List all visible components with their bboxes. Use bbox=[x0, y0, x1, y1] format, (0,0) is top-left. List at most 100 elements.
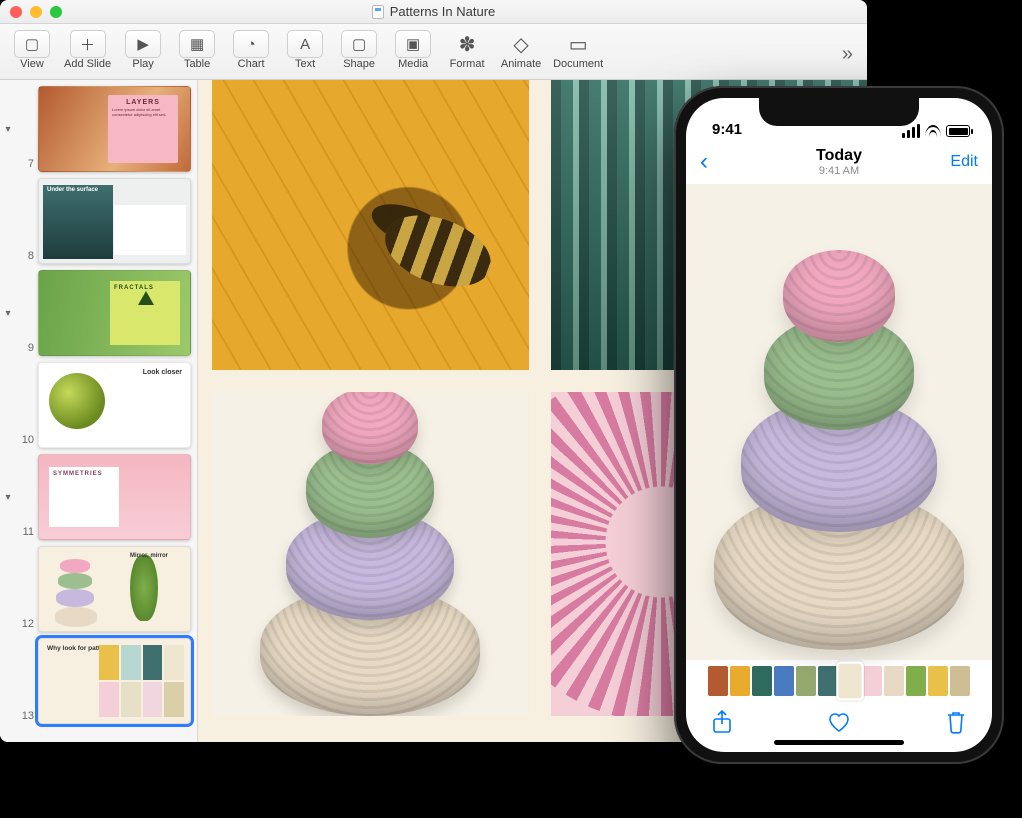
table-icon: ▦ bbox=[179, 30, 215, 58]
toolbar-view-button[interactable]: ▢ View bbox=[10, 30, 54, 70]
slide-thumbnail[interactable]: LAYERS Lorem ipsum dolor sit amet consec… bbox=[38, 86, 191, 172]
window-title-text: Patterns In Nature bbox=[390, 4, 496, 19]
slide-navigator[interactable]: ▾ 7 LAYERS Lorem ipsum dolor sit amet co… bbox=[0, 80, 198, 742]
slide-number: 8 bbox=[16, 250, 34, 262]
toolbar-label: Table bbox=[184, 58, 210, 70]
slide-number: 9 bbox=[16, 342, 34, 354]
slide-thumbnail[interactable]: SYMMETRIES bbox=[38, 454, 191, 540]
toolbar-add-slide-button[interactable]: ＋ Add Slide bbox=[64, 30, 111, 70]
slide-number: 10 bbox=[16, 434, 34, 446]
cellular-icon bbox=[902, 124, 920, 138]
notch bbox=[759, 98, 919, 126]
navbar-title: Today 9:41 AM bbox=[686, 147, 992, 177]
slide-title: Mirror, mirror bbox=[130, 553, 184, 559]
scrubber-thumb[interactable] bbox=[839, 664, 862, 699]
toolbar-play-button[interactable]: ▶ Play bbox=[121, 30, 165, 70]
slide-thumbnail[interactable]: Look closer bbox=[38, 362, 191, 448]
wifi-icon bbox=[925, 125, 941, 137]
iphone-screen: 9:41 ‹ Today 9:41 AM Edit bbox=[686, 98, 992, 752]
disclosure-triangle-icon[interactable]: ▾ bbox=[0, 308, 16, 319]
slide-title: Under the surface bbox=[47, 187, 98, 193]
share-icon[interactable] bbox=[712, 710, 732, 740]
battery-icon bbox=[946, 125, 970, 137]
disclosure-triangle-icon[interactable]: ▾ bbox=[0, 492, 16, 503]
document-icon: ▭ bbox=[560, 30, 596, 58]
toolbar-label: Document bbox=[553, 58, 603, 70]
toolbar-label: Animate bbox=[501, 58, 541, 70]
scrubber-thumb[interactable] bbox=[708, 666, 728, 696]
disclosure-triangle-icon[interactable]: ▾ bbox=[0, 124, 16, 135]
slide-thumb-12[interactable]: 12 Mirror, mirror bbox=[0, 546, 191, 632]
slide-thumb-10[interactable]: 10 Look closer bbox=[0, 362, 191, 448]
slide-number: 11 bbox=[16, 526, 34, 538]
document-proxy-icon[interactable] bbox=[372, 5, 384, 19]
toolbar-label: Shape bbox=[343, 58, 375, 70]
navbar-title-text: Today bbox=[686, 147, 992, 165]
navbar-subtitle-text: 9:41 AM bbox=[686, 165, 992, 177]
scrubber-thumb[interactable] bbox=[818, 666, 838, 696]
scrubber-thumb[interactable] bbox=[862, 666, 882, 696]
add-slide-icon: ＋ bbox=[70, 30, 106, 58]
toolbar-label: Format bbox=[450, 58, 485, 70]
shape-icon: ▢ bbox=[341, 30, 377, 58]
slide-thumb-13[interactable]: 13 Why look for patterns? bbox=[0, 638, 191, 724]
slide-image-urchin-stack[interactable] bbox=[212, 392, 529, 716]
toolbar-media-button[interactable]: ▣ Media bbox=[391, 30, 435, 70]
toolbar-chart-button[interactable]: ◔ Chart bbox=[229, 30, 273, 70]
slide-title: LAYERS bbox=[126, 99, 160, 106]
toolbar-shape-button[interactable]: ▢ Shape bbox=[337, 30, 381, 70]
scrubber-thumb[interactable] bbox=[950, 666, 970, 696]
slide-thumbnail[interactable]: FRACTALS bbox=[38, 270, 191, 356]
slide-thumb-11[interactable]: ▾ 11 SYMMETRIES bbox=[0, 454, 191, 540]
toolbar-label: Chart bbox=[238, 58, 265, 70]
play-icon: ▶ bbox=[125, 30, 161, 58]
toolbar-label: Media bbox=[398, 58, 428, 70]
trash-icon[interactable] bbox=[946, 710, 966, 740]
scrubber-thumb[interactable] bbox=[928, 666, 948, 696]
toolbar-label: Play bbox=[132, 58, 153, 70]
toolbar-document-button[interactable]: ▭ Document bbox=[553, 30, 603, 70]
toolbar: ▢ View ＋ Add Slide ▶ Play ▦ Table ◔ Char… bbox=[0, 24, 867, 80]
toolbar-text-button[interactable]: A Text bbox=[283, 30, 327, 70]
scrubber-thumb[interactable] bbox=[906, 666, 926, 696]
slide-thumbnail[interactable]: Why look for patterns? bbox=[38, 638, 191, 724]
toolbar-animate-button[interactable]: ◇ Animate bbox=[499, 30, 543, 70]
slide-thumb-8[interactable]: 8 Under the surface bbox=[0, 178, 191, 264]
text-icon: A bbox=[287, 30, 323, 58]
view-icon: ▢ bbox=[14, 30, 50, 58]
toolbar-table-button[interactable]: ▦ Table bbox=[175, 30, 219, 70]
toolbar-label: Add Slide bbox=[64, 58, 111, 70]
scrubber-thumb[interactable] bbox=[752, 666, 772, 696]
scrubber-thumb[interactable] bbox=[884, 666, 904, 696]
media-icon: ▣ bbox=[395, 30, 431, 58]
toolbar-label: View bbox=[20, 58, 44, 70]
toolbar-overflow-button[interactable]: » bbox=[842, 43, 853, 66]
photos-navbar: ‹ Today 9:41 AM Edit bbox=[686, 140, 992, 184]
window-titlebar: Patterns In Nature bbox=[0, 0, 867, 24]
animate-icon: ◇ bbox=[503, 30, 539, 58]
photo-scrubber[interactable] bbox=[686, 660, 992, 702]
photo-viewer[interactable] bbox=[686, 184, 992, 660]
toolbar-format-button[interactable]: ✽ Format bbox=[445, 30, 489, 70]
chart-icon: ◔ bbox=[233, 30, 269, 58]
status-time: 9:41 bbox=[712, 121, 742, 138]
window-title: Patterns In Nature bbox=[0, 4, 867, 19]
scrubber-thumb[interactable] bbox=[730, 666, 750, 696]
home-indicator[interactable] bbox=[774, 740, 904, 745]
iphone-device: 9:41 ‹ Today 9:41 AM Edit bbox=[674, 86, 1004, 764]
toolbar-label: Text bbox=[295, 58, 315, 70]
slide-thumbnail[interactable]: Mirror, mirror bbox=[38, 546, 191, 632]
scrubber-thumb[interactable] bbox=[796, 666, 816, 696]
slide-title: SYMMETRIES bbox=[53, 471, 115, 477]
slide-title: Look closer bbox=[143, 369, 182, 376]
slide-thumbnail[interactable]: Under the surface bbox=[38, 178, 191, 264]
heart-icon[interactable] bbox=[826, 710, 852, 740]
slide-thumb-9[interactable]: ▾ 9 FRACTALS bbox=[0, 270, 191, 356]
slide-thumb-7[interactable]: ▾ 7 LAYERS Lorem ipsum dolor sit amet co… bbox=[0, 86, 191, 172]
slide-number: 12 bbox=[16, 618, 34, 630]
slide-number: 13 bbox=[16, 710, 34, 722]
slide-number: 7 bbox=[16, 158, 34, 170]
slide-image-honeycomb[interactable] bbox=[212, 80, 529, 370]
format-icon: ✽ bbox=[449, 30, 485, 58]
scrubber-thumb[interactable] bbox=[774, 666, 794, 696]
